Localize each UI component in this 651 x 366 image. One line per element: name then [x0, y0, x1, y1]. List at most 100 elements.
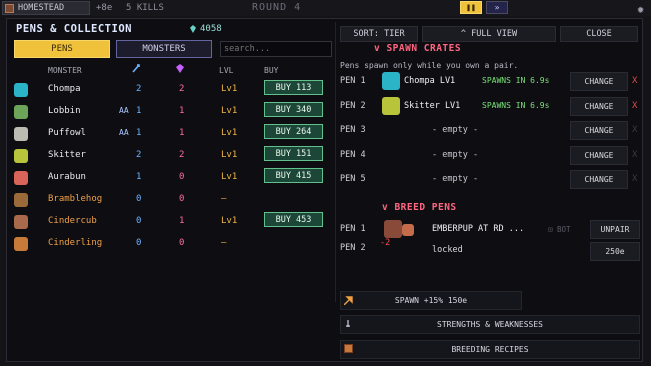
close-icon[interactable]: X: [632, 76, 637, 86]
breed-pen-2-label: PEN 2: [340, 243, 366, 253]
blue-gene-count: 2: [136, 84, 142, 94]
monster-row[interactable]: Puffowl AA 1 1 Lv1 BUY 264: [12, 123, 330, 145]
close-button[interactable]: CLOSE: [560, 26, 638, 42]
monster-level: Lv1: [221, 172, 238, 182]
monster-row[interactable]: Bramblehog 0 0 –: [12, 189, 330, 211]
pen-label: PEN 1: [340, 76, 366, 86]
monster-name: Cinderling: [48, 238, 103, 248]
col-monster: MONSTER: [48, 66, 82, 75]
breed-pens-title[interactable]: v BREED PENS: [382, 202, 457, 213]
spawn-pen-5: PEN 5 - empty - CHANGE X: [340, 170, 640, 190]
col-lvl: LVL: [219, 66, 234, 75]
speed-button[interactable]: »: [486, 1, 508, 14]
pen-label: PEN 2: [340, 100, 366, 111]
buy-button[interactable]: BUY 453: [264, 212, 323, 227]
spawn-crates-title[interactable]: v SPAWN CRATES: [374, 43, 461, 54]
sword-icon: [346, 320, 350, 327]
change-button[interactable]: CHANGE: [570, 121, 628, 140]
monster-row[interactable]: Aurabun 1 0 Lv1 BUY 415: [12, 167, 330, 189]
buy-button[interactable]: BUY 113: [264, 80, 323, 95]
breed-pen-1-name: EMBERPUP AT RD ...: [432, 224, 525, 234]
strengths-weaknesses-button[interactable]: STRENGTHS & WEAKNESSES: [340, 315, 640, 334]
unlock-pen-button[interactable]: 250e: [590, 242, 640, 261]
search-input[interactable]: [220, 41, 332, 57]
spawn-timer: SPAWNS IN 6.9s: [482, 76, 550, 85]
tab-pens[interactable]: PENS: [14, 40, 110, 58]
monster-level: Lv1: [221, 128, 238, 138]
monster-avatar: [14, 193, 28, 207]
pink-gene-icon: [176, 64, 184, 73]
pink-gene-count: 1: [179, 106, 185, 116]
spawn-bonus-button[interactable]: SPAWN +15% 150e: [340, 291, 522, 310]
change-button[interactable]: CHANGE: [570, 170, 628, 189]
homestead-icon: [5, 3, 14, 13]
spawn-timer: SPAWNS IN 6.9s: [482, 100, 550, 110]
change-button[interactable]: CHANGE: [570, 72, 628, 91]
close-icon[interactable]: X: [632, 174, 637, 184]
monster-avatar: [402, 224, 414, 236]
monster-name: Skitter: [48, 150, 86, 160]
blue-gene-icon: [132, 64, 140, 73]
monster-level: –: [221, 194, 227, 204]
spawn-boost-icon: [344, 296, 353, 305]
buy-button[interactable]: BUY 340: [264, 102, 323, 117]
pink-gene-count: 0: [179, 172, 185, 182]
monster-avatar: [14, 237, 28, 251]
pink-gene-count: 2: [179, 84, 185, 94]
monster-level: Lv1: [221, 216, 238, 226]
full-view-button[interactable]: ^ FULL VIEW: [422, 26, 556, 42]
pink-gene-count: 2: [179, 150, 185, 160]
monster-avatar: [14, 215, 28, 229]
top-hud: HOMESTEAD +8e 5 KILLS ROUND 4 ❚❚ » ✹: [0, 0, 651, 16]
kills-label: 5 KILLS: [126, 3, 164, 13]
pen-label: PEN 4: [340, 149, 366, 160]
monster-row[interactable]: Cinderling 0 0 –: [12, 233, 330, 255]
close-icon[interactable]: X: [632, 125, 637, 135]
monster-row[interactable]: Cindercub 0 1 Lv1 BUY 453: [12, 211, 330, 233]
col-buy: BUY: [264, 66, 279, 75]
income-label: +8e: [96, 3, 113, 13]
monster-level: Lv1: [221, 150, 238, 160]
gear-icon[interactable]: ✹: [637, 3, 649, 15]
unpair-button[interactable]: UNPAIR: [590, 220, 640, 239]
monster-row[interactable]: Chompa 2 2 Lv1 BUY 113: [12, 79, 330, 101]
buy-button[interactable]: BUY 151: [264, 146, 323, 161]
blue-gene-count: 1: [136, 128, 142, 138]
monster-row[interactable]: Lobbin AA 1 1 Lv1 BUY 340: [12, 101, 330, 123]
tab-monsters[interactable]: MONSTERS: [116, 40, 212, 58]
buy-button[interactable]: BUY 264: [264, 124, 323, 139]
location-badge[interactable]: HOMESTEAD: [2, 1, 90, 15]
spawn-pen-4: PEN 4 - empty - CHANGE X: [340, 145, 640, 166]
blue-gene-count: 1: [136, 106, 142, 116]
monster-avatar: [14, 105, 28, 119]
monster-level: –: [221, 238, 227, 248]
pink-gene-count: 1: [179, 128, 185, 138]
monster-row[interactable]: Skitter 2 2 Lv1 BUY 151: [12, 145, 330, 167]
monster-name: Puffowl: [48, 128, 86, 138]
monster-avatar: [14, 127, 28, 141]
buy-button[interactable]: BUY 415: [264, 168, 323, 183]
breed-pen-1: PEN 1 EMBERPUP AT RD ... ⊡ BOT UNPAIR: [340, 220, 640, 240]
panel-title: PENS & COLLECTION: [16, 23, 132, 35]
ability-badge: AA: [119, 106, 129, 115]
change-button[interactable]: CHANGE: [570, 96, 628, 116]
monster-name: Bramblehog: [48, 194, 103, 204]
monster-name: Chompa: [48, 84, 81, 94]
pause-icon: ❚❚: [466, 3, 476, 12]
monster-avatar: [384, 220, 402, 238]
monster-avatar: [14, 83, 28, 97]
monster-avatar: [14, 149, 28, 163]
close-icon[interactable]: X: [632, 101, 637, 111]
pink-gene-count: 1: [179, 216, 185, 226]
breed-pen-2-count: -2: [380, 238, 391, 248]
monster-level: Lv1: [221, 84, 238, 94]
pause-button[interactable]: ❚❚: [460, 1, 482, 14]
blue-gene-count: 0: [136, 194, 142, 204]
sort-button[interactable]: SORT: TIER: [340, 26, 418, 42]
close-icon[interactable]: X: [632, 150, 637, 160]
spawn-note: Pens spawn only while you own a pair.: [340, 61, 519, 70]
change-button[interactable]: CHANGE: [570, 145, 628, 165]
monster-avatar: [382, 72, 400, 90]
currency-amount: 4058: [200, 24, 222, 34]
breeding-recipes-button[interactable]: BREEDING RECIPES: [340, 340, 640, 359]
